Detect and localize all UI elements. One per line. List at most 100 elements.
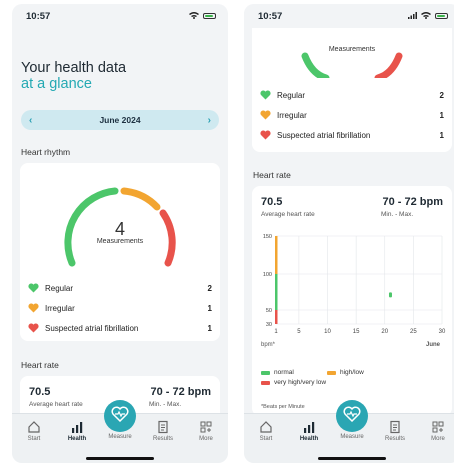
rhythm-row-regular[interactable]: Regular 2 (260, 90, 444, 100)
tab-label: Results (384, 436, 405, 442)
tab-more[interactable]: More (418, 420, 454, 442)
title-line-1: Your health data (21, 60, 127, 76)
footnote: *Beats per Minute (261, 404, 305, 410)
rhythm-label: Irregular (45, 303, 75, 313)
y-tick-label: 30 (266, 322, 272, 328)
tab-results[interactable]: Results (143, 420, 183, 442)
home-icon (246, 420, 286, 434)
tab-more[interactable]: More (186, 420, 226, 442)
home-icon (14, 420, 54, 434)
legend-veryhigh: very high/very low (261, 379, 326, 386)
rhythm-value: 1 (207, 323, 212, 333)
rhythm-label: Irregular (277, 110, 307, 120)
tab-health[interactable]: Health (57, 420, 97, 442)
signal-icon (408, 11, 417, 21)
legend-highlow-label: high/low (340, 369, 364, 376)
tab-label: Start (259, 436, 273, 442)
page-title: Your health data at a glance (21, 60, 126, 92)
rhythm-value: 1 (439, 110, 444, 120)
tab-measure[interactable]: Measure (100, 434, 140, 440)
battery-icon (203, 13, 216, 19)
legend-veryhigh-label: very high/very low (274, 379, 327, 386)
rhythm-label: Regular (45, 283, 74, 293)
chevron-left-icon[interactable]: ‹ (29, 115, 32, 126)
rhythm-value: 1 (207, 303, 212, 313)
rhythm-row-irregular[interactable]: Irregular 1 (28, 303, 212, 313)
y-axis-band (275, 236, 278, 274)
rhythm-value: 1 (439, 130, 444, 140)
status-time: 10:57 (258, 10, 283, 22)
hr-average-label: Average heart rate (29, 401, 83, 408)
tab-bar: Start Health Measure Results More (12, 400, 228, 463)
rhythm-row-afib[interactable]: Suspected atrial fibrillation 1 (28, 323, 212, 333)
chevron-right-icon[interactable]: › (208, 115, 211, 126)
heart-rhythm-card[interactable]: 4 Measurements Regular 2 Irregular 1 Sus… (20, 163, 220, 341)
wifi-icon (189, 11, 199, 21)
hr-average: 70.5 (29, 386, 51, 398)
rhythm-row-irregular[interactable]: Irregular 1 (260, 110, 444, 120)
grid-plus-icon (186, 420, 226, 434)
y-tick-label: 100 (263, 272, 272, 278)
tab-results[interactable]: Results (375, 420, 415, 442)
bar-chart-icon (289, 420, 329, 434)
heart-rhythm-card[interactable]: Measurements Regular 2 Irregular 1 Suspe… (252, 18, 452, 152)
heart-icon-green (260, 90, 271, 100)
x-tick-label: 15 (353, 329, 360, 335)
heart-rate-chart: 1 5 10 15 20 25 303050100150 (263, 234, 446, 335)
hr-range-label: Min. - Max. (381, 211, 414, 218)
x-tick-label: 25 (410, 329, 417, 335)
home-indicator (318, 457, 386, 460)
chart-month-label: June (425, 342, 440, 348)
rhythm-value: 2 (207, 283, 212, 293)
status-time: 10:57 (26, 10, 51, 22)
x-tick-label: 10 (324, 329, 331, 335)
tab-health[interactable]: Health (289, 420, 329, 442)
month-selector: ‹ June 2024 › (21, 110, 219, 130)
y-axis-band (275, 274, 278, 310)
heart-icon-red (260, 130, 271, 140)
measurement-label: Measurements (328, 46, 376, 53)
legend-normal: normal (261, 369, 294, 376)
heart-icon-red (28, 323, 39, 333)
heart-icon-orange (28, 303, 39, 313)
rhythm-label: Suspected atrial fibrillation (277, 130, 371, 140)
status-bar: 10:57 (12, 4, 228, 28)
section-heart-rhythm: Heart rhythm (21, 147, 71, 157)
measure-button[interactable] (336, 400, 368, 432)
tab-label: Health (67, 436, 87, 442)
tab-bar: Start Health Measure Results More (244, 400, 454, 463)
status-icons (189, 11, 216, 21)
y-tick-label: 150 (263, 234, 272, 240)
status-icons (408, 11, 448, 21)
heart-icon-green (28, 283, 39, 293)
tab-start[interactable]: Start (246, 420, 286, 442)
rhythm-label: Suspected atrial fibrillation (45, 323, 139, 333)
x-tick-label: 30 (439, 329, 446, 335)
y-axis-band (275, 310, 278, 324)
hr-average-label: Average heart rate (261, 211, 315, 218)
measure-button[interactable] (104, 400, 136, 432)
x-tick-label: 20 (381, 329, 388, 335)
month-label: June 2024 (99, 115, 141, 125)
document-icon (375, 420, 415, 434)
tab-label: Measure (108, 434, 132, 440)
rhythm-row-afib[interactable]: Suspected atrial fibrillation 1 (260, 130, 444, 140)
tab-start[interactable]: Start (14, 420, 54, 442)
hr-average: 70.5 (261, 196, 283, 208)
tab-measure[interactable]: Measure (332, 434, 372, 440)
rhythm-value: 2 (439, 90, 444, 100)
chart-unit-label: bpm* (261, 342, 276, 348)
hr-range: 70 - 72 bpm (382, 196, 443, 208)
tab-label: Results (152, 436, 173, 442)
home-indicator (86, 457, 154, 460)
hr-range-label: Min. - Max. (149, 401, 182, 408)
rhythm-label: Regular (277, 90, 306, 100)
measurement-count: 4 (114, 219, 125, 239)
rhythm-row-regular[interactable]: Regular 2 (28, 283, 212, 293)
heart-icon-orange (260, 110, 271, 120)
measurement-label: Measurements (96, 238, 144, 245)
tab-label: Health (299, 436, 319, 442)
data-point (388, 292, 392, 298)
heart-rate-card[interactable]: 70.5 Average heart rate 70 - 72 bpm Min.… (252, 186, 452, 416)
heart-pulse-icon (343, 406, 361, 427)
